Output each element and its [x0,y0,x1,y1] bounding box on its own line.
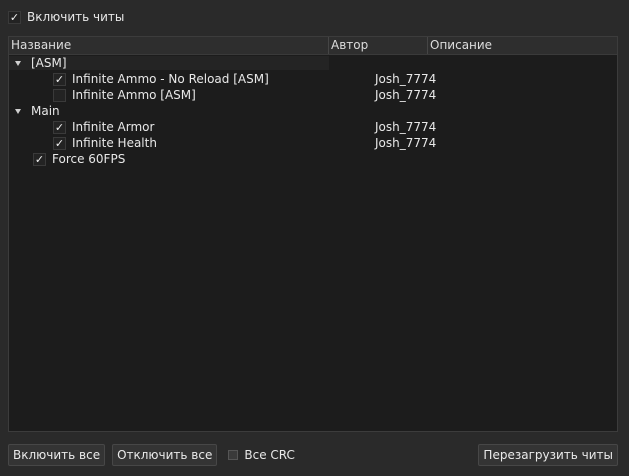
cheat-name: Infinite Health [72,136,157,150]
cheat-author: Josh_7774 [375,120,437,134]
tree-header: Название Автор Описание [9,37,617,55]
column-header-name[interactable]: Название [9,37,329,54]
all-crc-checkbox[interactable] [228,450,239,460]
cheats-tree[interactable]: Название Автор Описание [ASM] Infinite A… [8,36,618,432]
tree-row[interactable]: Force 60FPS [9,151,617,167]
cheat-author: Josh_7774 [375,136,437,150]
tree-body: [ASM] Infinite Ammo - No Reload [ASM] Jo… [9,55,617,167]
cheat-checkbox[interactable] [53,136,66,150]
cheat-name: Infinite Ammo - No Reload [ASM] [72,72,269,86]
cheats-window: Включить читы Название Автор Описание [A… [0,0,629,476]
cheat-checkbox[interactable] [53,88,66,102]
column-header-author[interactable]: Автор [329,37,428,54]
reload-cheats-button[interactable]: Перезагрузить читы [478,444,618,466]
tree-row[interactable]: Infinite Ammo - No Reload [ASM] Josh_777… [9,71,617,87]
cheat-author: Josh_7774 [375,88,437,102]
tree-group-asm[interactable]: [ASM] [9,55,617,71]
all-crc-toggle[interactable]: Все CRC [228,448,295,462]
cheat-checkbox[interactable] [53,72,66,86]
group-label: [ASM] [31,56,67,70]
expand-arrow-icon[interactable] [15,60,21,66]
enable-cheats-label: Включить читы [27,10,125,24]
cheat-name: Infinite Armor [72,120,155,134]
expand-arrow-icon[interactable] [15,108,21,114]
disable-all-button[interactable]: Отключить все [112,444,218,466]
tree-group-main[interactable]: Main [9,103,617,119]
cheat-author: Josh_7774 [375,72,437,86]
all-crc-label: Все CRC [244,448,295,462]
cheat-name: Force 60FPS [52,152,126,166]
tree-row[interactable]: Infinite Ammo [ASM] Josh_7774 [9,87,617,103]
tree-row[interactable]: Infinite Armor Josh_7774 [9,119,617,135]
enable-all-button[interactable]: Включить все [8,444,106,466]
cheat-checkbox[interactable] [33,152,46,166]
cheat-checkbox[interactable] [53,120,66,134]
enable-cheats-toggle[interactable]: Включить читы [8,9,124,25]
cheat-name: Infinite Ammo [ASM] [72,88,196,102]
tree-row[interactable]: Infinite Health Josh_7774 [9,135,617,151]
bottom-toolbar: Включить все Отключить все Все CRC Перез… [8,443,618,467]
column-header-description[interactable]: Описание [428,37,617,54]
enable-cheats-checkbox[interactable] [8,10,21,24]
group-label: Main [31,104,60,118]
